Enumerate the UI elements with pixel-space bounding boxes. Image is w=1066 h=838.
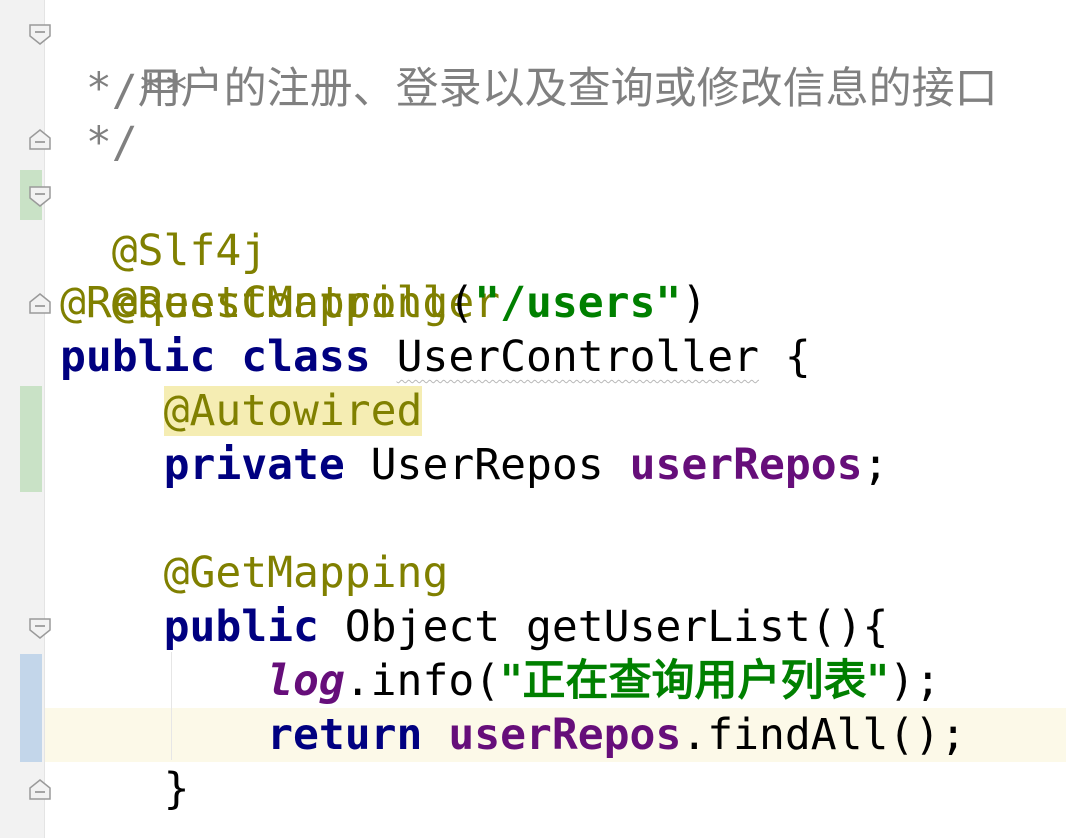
code-line[interactable]: return userRepos.findAll(); bbox=[60, 708, 966, 762]
field-name: userRepos bbox=[448, 710, 682, 760]
method-call: .findAll(); bbox=[681, 710, 967, 760]
code-line[interactable]: public Object getUserList(){ bbox=[60, 600, 889, 654]
annotation-requestmapping: @RequestMapping bbox=[60, 278, 449, 328]
open-brace: { bbox=[759, 332, 811, 382]
fold-close-icon[interactable] bbox=[28, 778, 52, 800]
open-paren: ( bbox=[448, 278, 475, 328]
string-literal: "正在查询用户列表" bbox=[500, 656, 889, 706]
code-line[interactable]: */ bbox=[60, 116, 138, 170]
code-line[interactable]: } bbox=[60, 762, 190, 816]
field-name: userRepos bbox=[629, 440, 863, 490]
fold-open-icon[interactable] bbox=[28, 186, 52, 207]
close-brace: } bbox=[163, 764, 190, 814]
code-line[interactable]: * 用户的注册、登录以及查询或修改信息的接口 bbox=[60, 62, 998, 116]
type-name: UserRepos bbox=[370, 440, 604, 490]
fold-close-icon[interactable] bbox=[28, 292, 52, 314]
code-line[interactable]: log.info("正在查询用户列表"); bbox=[60, 654, 941, 708]
method-call: .info( bbox=[344, 656, 501, 706]
semicolon: ; bbox=[862, 440, 889, 490]
vcs-added-marker[interactable] bbox=[20, 386, 42, 492]
keyword-private: private bbox=[163, 440, 345, 490]
vcs-modified-marker[interactable] bbox=[20, 654, 42, 762]
code-line[interactable]: /** bbox=[60, 10, 190, 116]
call-end: ); bbox=[888, 656, 941, 706]
fold-open-icon[interactable] bbox=[28, 618, 52, 639]
annotation-autowired[interactable]: @Autowired bbox=[163, 386, 423, 436]
code-line[interactable]: @Autowired bbox=[60, 384, 423, 438]
code-line[interactable]: @RestController bbox=[60, 222, 500, 328]
close-paren: ) bbox=[681, 278, 708, 328]
fold-open-icon[interactable] bbox=[28, 24, 52, 45]
comment-close: */ bbox=[85, 118, 138, 168]
code-line[interactable]: private UserRepos userRepos; bbox=[60, 438, 889, 492]
code-line[interactable]: @Slf4j bbox=[60, 170, 267, 276]
annotation-getmapping: @GetMapping bbox=[163, 548, 449, 598]
comment-star: * bbox=[85, 64, 138, 114]
keyword-class: class bbox=[241, 332, 371, 382]
code-line[interactable]: @RequestMapping("/users") bbox=[60, 276, 707, 330]
code-line[interactable]: public class UserController { bbox=[60, 330, 811, 384]
code-line[interactable]: @GetMapping bbox=[60, 546, 449, 600]
method-signature: Object getUserList(){ bbox=[318, 602, 889, 652]
keyword-public: public bbox=[60, 332, 216, 382]
keyword-return: return bbox=[267, 710, 423, 760]
string-literal: "/users" bbox=[474, 278, 682, 328]
static-field-log: log bbox=[267, 656, 345, 706]
comment-text: 用户的注册、登录以及查询或修改信息的接口 bbox=[137, 64, 998, 114]
class-name[interactable]: UserController bbox=[397, 332, 759, 382]
fold-close-icon[interactable] bbox=[28, 128, 52, 150]
keyword-public: public bbox=[163, 602, 319, 652]
